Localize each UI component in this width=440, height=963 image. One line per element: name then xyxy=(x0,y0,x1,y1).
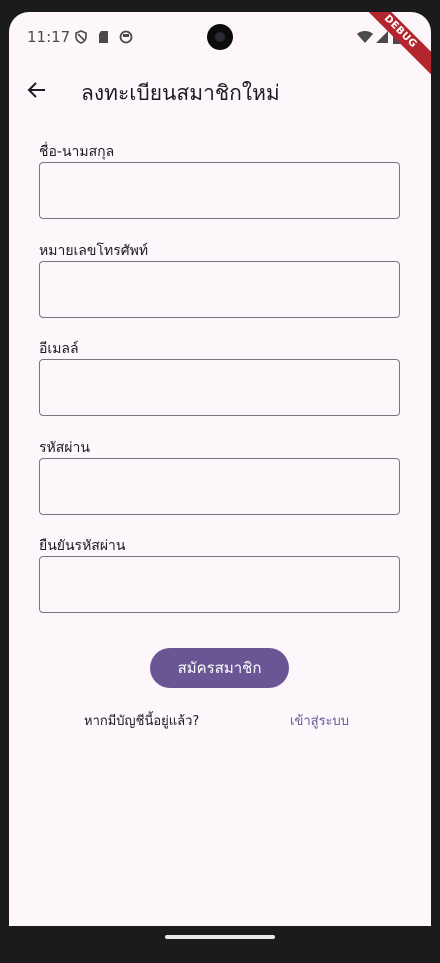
full-name-label: ชื่อ-นามสกุล xyxy=(39,144,115,160)
email-field: อีเมลล์ xyxy=(39,339,401,416)
email-label: อีเมลล์ xyxy=(39,341,79,357)
status-time: 11:17 xyxy=(27,28,71,46)
login-link[interactable]: เข้าสู่ระบบ xyxy=(290,710,349,731)
wifi-icon xyxy=(357,29,373,43)
sd-card-icon xyxy=(97,29,111,43)
confirm-password-field: ยืนยันรหัสผ่าน xyxy=(39,536,401,613)
device-frame: 11:17 DEBUG ลงทะเบียนสมาชิกใหม่ ชื่อ-นาม… xyxy=(0,0,440,963)
arrow-back-icon xyxy=(27,80,47,104)
phone-label: หมายเลขโทรศัพท์ xyxy=(39,243,149,259)
confirm-password-input[interactable] xyxy=(39,556,400,613)
page-title: ลงทะเบียนสมาชิกใหม่ xyxy=(81,81,280,105)
full-name-field: ชื่อ-นามสกุล xyxy=(39,142,401,219)
register-button[interactable]: สมัครสมาชิก xyxy=(150,648,289,688)
confirm-password-label: ยืนยันรหัสผ่าน xyxy=(39,538,126,554)
password-field: รหัสผ่าน xyxy=(39,438,401,515)
status-bar: 11:17 DEBUG xyxy=(9,12,431,84)
gesture-nav-handle[interactable] xyxy=(165,935,275,939)
email-input[interactable] xyxy=(39,359,400,416)
password-label: รหัสผ่าน xyxy=(39,440,90,456)
back-button[interactable] xyxy=(21,76,53,108)
app-screen: 11:17 DEBUG ลงทะเบียนสมาชิกใหม่ ชื่อ-นาม… xyxy=(9,12,431,926)
app-bar: ลงทะเบียนสมาชิกใหม่ xyxy=(9,64,431,120)
password-input[interactable] xyxy=(39,458,400,515)
full-name-input[interactable] xyxy=(39,162,400,219)
phone-field: หมายเลขโทรศัพท์ xyxy=(39,241,401,318)
have-account-text: หากมีบัญชีนี้อยู่แล้ว? xyxy=(84,714,200,729)
phone-input[interactable] xyxy=(39,261,400,318)
front-camera xyxy=(207,24,233,50)
shield-icon xyxy=(74,29,88,44)
circle-status-icon xyxy=(119,29,133,44)
